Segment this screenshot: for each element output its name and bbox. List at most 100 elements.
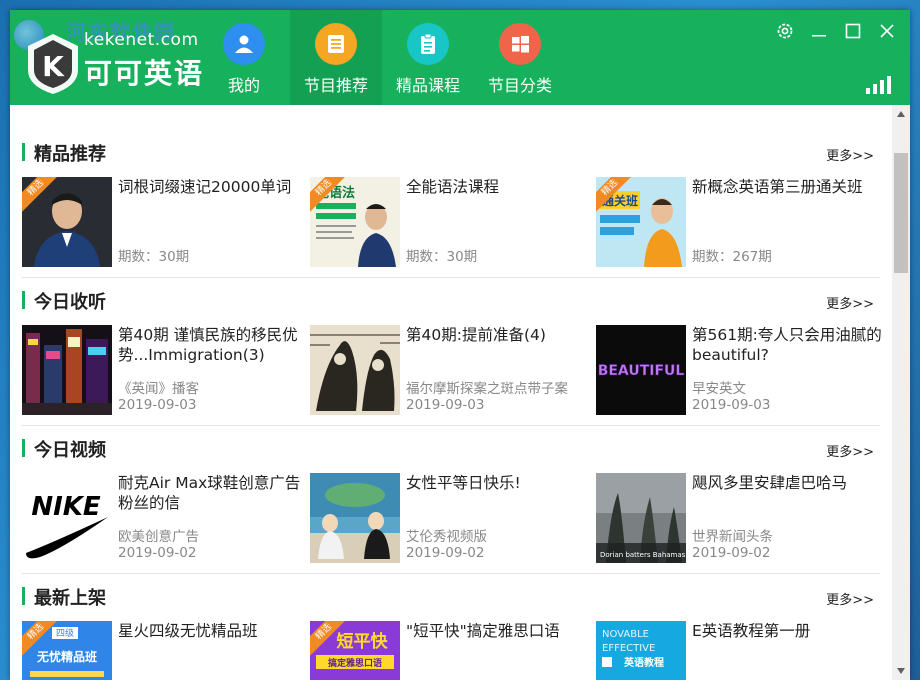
nav-label: 节目推荐 (303, 76, 368, 95)
section-today-listening: 今日收听 更多>> 第40期 谨慎民族的移民优势...Immigration(3… (22, 285, 882, 426)
scroll-up-arrow-icon[interactable] (892, 105, 910, 123)
minimize-icon[interactable] (806, 18, 832, 44)
settings-gear-icon[interactable] (772, 18, 798, 44)
course-card[interactable]: 短平快 搞定雅思口语 精选 "短平快"搞定雅思口语 (310, 621, 590, 680)
thumb-subtext: 搞定雅思口语 (328, 657, 382, 669)
course-thumbnail: 短平快 搞定雅思口语 精选 (310, 621, 400, 680)
brand-url: kekenet.com (84, 30, 199, 50)
thumb-text: NIKE (31, 492, 101, 522)
thumb-text-2: EFFECTIVE (602, 643, 655, 654)
clipboard-icon (407, 23, 449, 65)
card-title: 女性平等日快乐! (406, 474, 521, 492)
audio-thumbnail (310, 325, 400, 415)
nav-label: 节目分类 (487, 76, 552, 95)
course-thumbnail: 能语法 精选 (310, 177, 400, 267)
kekenet-logo-icon: K (28, 34, 78, 94)
course-card[interactable]: 精选 词根词缀速记20000单词 期数：30期 (22, 177, 302, 267)
course-card[interactable]: 四级 无忧精品班 精选 星火四级无忧精品班 (22, 621, 302, 680)
windows-grid-icon (499, 23, 541, 65)
nav-item-recommend[interactable]: 节目推荐 (290, 10, 382, 105)
thumb-text: NOVABLE (602, 629, 649, 640)
section-divider (22, 425, 880, 426)
card-title: 第40期 谨慎民族的移民优势...Immigration(3) (118, 326, 298, 364)
audio-card[interactable]: 第40期:提前准备(4) 福尔摩斯探案之斑点带子案 2019-09-03 (310, 325, 590, 415)
nav-item-courses[interactable]: 精品课程 (382, 10, 474, 105)
svg-text:K: K (42, 50, 65, 83)
maximize-icon[interactable] (840, 18, 866, 44)
course-thumbnail: 精选 (22, 177, 112, 267)
nav-label: 精品课程 (395, 76, 460, 95)
signal-strength-icon (866, 76, 891, 94)
card-title: "短平快"搞定雅思口语 (406, 622, 560, 640)
publish-date: 2019-09-02 (692, 545, 771, 561)
card-title: 词根词缀速记20000单词 (118, 178, 292, 196)
episode-count: 期数：30期 (406, 249, 478, 265)
vertical-scrollbar[interactable] (892, 105, 910, 680)
program-name: 《英闻》播客 (118, 381, 199, 397)
section-title: 今日视频 (34, 440, 106, 461)
scrollbar-thumb[interactable] (894, 153, 908, 273)
nav-item-categories[interactable]: 节目分类 (474, 10, 566, 105)
card-title: 新概念英语第三册通关班 (692, 178, 863, 196)
video-thumbnail: NIKE (22, 473, 112, 563)
card-title: 第561期:夸人只会用油腻的beautiful? (692, 326, 882, 364)
section-divider (22, 277, 880, 278)
user-icon (223, 23, 265, 65)
card-title: 星火四级无忧精品班 (118, 622, 258, 640)
audio-thumbnail (22, 325, 112, 415)
more-link[interactable]: 更多>> (826, 441, 874, 460)
program-name: 欧美创意广告 (118, 529, 199, 545)
episode-count: 期数：30期 (118, 249, 190, 265)
more-link[interactable]: 更多>> (826, 145, 874, 164)
publish-date: 2019-09-02 (118, 545, 197, 561)
course-card[interactable]: 能语法 精选 全能语法课程 期数：30期 (310, 177, 590, 267)
section-accent-bar (22, 291, 25, 309)
video-thumbnail: Dorian batters Bahamas (596, 473, 686, 563)
title-bar: 河东软件园 K kekenet.com 可可英语 我的 节目推荐 精品课程 节目… (10, 10, 910, 105)
audio-card[interactable]: 第40期 谨慎民族的移民优势...Immigration(3) 《英闻》播客 2… (22, 325, 302, 415)
course-thumbnail: NOVABLE EFFECTIVE 英语教程 (596, 621, 686, 680)
course-card[interactable]: NOVABLE EFFECTIVE 英语教程 E英语教程第一册 (596, 621, 876, 680)
video-card[interactable]: NIKE 耐克Air Max球鞋创意广告粉丝的信 欧美创意广告 2019-09-… (22, 473, 302, 563)
card-title: 耐克Air Max球鞋创意广告粉丝的信 (118, 474, 301, 512)
publish-date: 2019-09-03 (118, 397, 197, 413)
card-title: 飓风多里安肆虐巴哈马 (692, 474, 848, 492)
video-thumbnail (310, 473, 400, 563)
card-title: 第40期:提前准备(4) (406, 326, 546, 344)
program-name: 艾伦秀视频版 (406, 529, 487, 545)
thumb-text: 短平快 (337, 631, 389, 652)
nav-item-mine[interactable]: 我的 (198, 10, 290, 105)
video-card[interactable]: Dorian batters Bahamas 飓风多里安肆虐巴哈马 世界新闻头条… (596, 473, 876, 563)
program-name: 福尔摩斯探案之斑点带子案 (406, 381, 568, 397)
more-link[interactable]: 更多>> (826, 589, 874, 608)
content-area: 精品推荐 更多>> 精选 词根词缀速记20000单词 期数：30期 能语法 精选… (10, 105, 892, 680)
section-title: 最新上架 (34, 588, 106, 609)
publish-date: 2019-09-03 (406, 397, 485, 413)
episode-count: 期数：267期 (692, 249, 772, 265)
more-link[interactable]: 更多>> (826, 293, 874, 312)
scroll-down-arrow-icon[interactable] (892, 662, 910, 680)
section-title: 今日收听 (34, 292, 106, 313)
thumb-text: 无忧精品班 (36, 649, 97, 664)
section-header: 精品推荐 更多>> (22, 137, 880, 167)
video-card[interactable]: 女性平等日快乐! 艾伦秀视频版 2019-09-02 (310, 473, 590, 563)
section-featured: 精品推荐 更多>> 精选 词根词缀速记20000单词 期数：30期 能语法 精选… (22, 137, 880, 278)
program-name: 早安英文 (692, 381, 746, 397)
main-nav: 我的 节目推荐 精品课程 节目分类 (198, 10, 566, 105)
course-thumbnail: 四级 无忧精品班 精选 (22, 621, 112, 680)
section-divider (22, 573, 880, 574)
thumb-text: BEAUTIFUL (598, 363, 685, 379)
section-accent-bar (22, 439, 25, 457)
publish-date: 2019-09-03 (692, 397, 771, 413)
close-icon[interactable] (874, 18, 900, 44)
audio-card[interactable]: BEAUTIFUL 第561期:夸人只会用油腻的beautiful? 早安英文 … (596, 325, 882, 415)
card-title: 全能语法课程 (406, 178, 500, 196)
thumb-subtext: 英语教程 (623, 656, 664, 669)
section-header: 最新上架 更多>> (22, 581, 880, 611)
section-header: 今日收听 更多>> (22, 285, 880, 315)
app-window: 河东软件园 K kekenet.com 可可英语 我的 节目推荐 精品课程 节目… (10, 10, 910, 680)
list-icon (315, 23, 357, 65)
section-accent-bar (22, 587, 25, 605)
course-card[interactable]: 通关班 精选 新概念英语第三册通关班 期数：267期 (596, 177, 876, 267)
program-name: 世界新闻头条 (692, 529, 773, 545)
